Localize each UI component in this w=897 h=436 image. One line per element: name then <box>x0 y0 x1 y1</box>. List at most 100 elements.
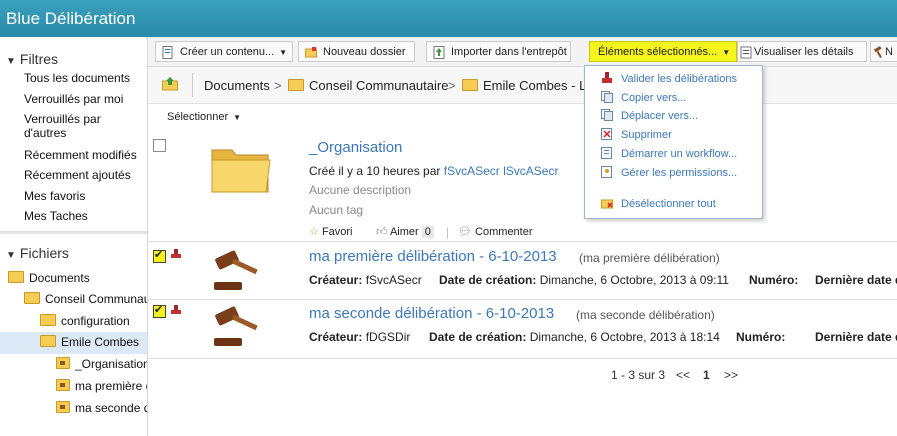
filter-recently-modified[interactable]: Récemment modifiés <box>24 148 144 162</box>
filter-locked-by-me[interactable]: Verrouillés par moi <box>24 92 144 106</box>
stamp-icon <box>171 305 181 314</box>
folder-icon <box>8 271 24 283</box>
breadcrumb-documents[interactable]: Documents <box>204 78 270 93</box>
selected-items-dropdown: Valider les délibérations Copier vers...… <box>584 65 763 219</box>
gavel-icon <box>873 46 882 58</box>
item-creation-date: Date de création: Dimanche, 6 Octobre, 2… <box>429 330 720 344</box>
filter-my-favorites[interactable]: Mes favoris <box>24 189 144 203</box>
breadcrumb-conseil[interactable]: Conseil Communautaire <box>288 78 448 93</box>
star-icon: ☆ <box>309 226 319 238</box>
app-titlebar: Blue Délibération <box>0 0 897 37</box>
item-tags: Aucun tag <box>309 203 364 217</box>
tree-item-documents[interactable]: Documents <box>8 271 90 285</box>
sidebar: ▼ Filtres Tous les documents Verrouillés … <box>0 37 148 436</box>
item-number: Numéro: <box>736 330 786 344</box>
item-creator: Créateur: fSvcASecr <box>309 273 422 287</box>
item-creation-date: Date de création: Dimanche, 6 Octobre, 2… <box>439 273 729 287</box>
select-dropdown[interactable]: Sélectionner ▼ <box>167 111 241 123</box>
stamp-icon <box>602 72 612 83</box>
tree-item-emile-combes[interactable]: Emile Combes <box>40 335 147 349</box>
folder-icon <box>288 79 304 91</box>
app-title: Blue Délibération <box>6 9 136 28</box>
menu-item-workflow[interactable]: Démarrer un workflow... <box>601 147 737 160</box>
menu-item-permissions[interactable]: Gérer les permissions... <box>601 166 737 179</box>
pager-next[interactable]: >> <box>724 368 738 382</box>
locked-folder-icon <box>56 401 70 413</box>
comment-icon: 💬︎ <box>458 226 472 238</box>
menu-item-delete[interactable]: Supprimer <box>601 128 672 141</box>
item-created-info: Créé il y a 10 heures par fSvcASecr lSvc… <box>309 164 559 178</box>
parent-folder-icon[interactable] <box>162 77 178 91</box>
list-item-deliberation: ma seconde délibération - 6-10-2013 (ma … <box>148 300 897 359</box>
create-content-button[interactable]: Créer un contenu... ▼ <box>155 41 293 62</box>
breadcrumb-separator: > <box>274 78 282 93</box>
tree-item-conseil[interactable]: Conseil Communautaire <box>24 292 147 306</box>
menu-item-validate[interactable]: Valider les délibérations <box>601 72 737 85</box>
tree-item-seconde[interactable]: ma seconde délibération <box>56 401 147 415</box>
menu-item-deselect-all[interactable]: Désélectionner tout <box>601 197 716 210</box>
collapse-triangle-icon[interactable]: ▼ <box>6 250 16 261</box>
sidebar-divider <box>0 231 147 234</box>
breadcrumb-divider <box>192 73 193 97</box>
creator-link[interactable]: fSvcASecr lSvcASecr <box>444 164 559 178</box>
pager-current-page[interactable]: 1 <box>703 368 710 382</box>
menu-item-copy[interactable]: Copier vers... <box>601 91 686 104</box>
new-document-icon <box>162 46 173 59</box>
upload-icon <box>433 46 445 59</box>
select-bar: Sélectionner ▼ <box>148 104 897 134</box>
like-count: 0 <box>421 226 434 238</box>
view-details-button[interactable]: Visualiser les détails <box>737 41 867 62</box>
comment-action[interactable]: 💬︎ Commenter <box>458 225 533 238</box>
row-checkbox[interactable] <box>153 139 166 152</box>
selected-items-menu-button[interactable]: Éléments sélectionnés... ▼ <box>589 41 737 62</box>
item-name-link[interactable]: ma seconde délibération - 6-10-2013 <box>309 305 554 322</box>
folder-icon <box>462 79 478 91</box>
files-header[interactable]: ▼ Fichiers <box>6 245 69 261</box>
thumb-up-icon: 👍︎ <box>376 226 388 238</box>
menu-item-move[interactable]: Déplacer vers... <box>601 109 698 122</box>
collapse-triangle-icon[interactable]: ▼ <box>6 56 16 67</box>
filter-my-tasks[interactable]: Mes Taches <box>24 209 144 223</box>
list-item-deliberation: ma première délibération - 6-10-2013 (ma… <box>148 242 897 300</box>
filters-header[interactable]: ▼ Filtres <box>6 51 58 67</box>
item-last-date: Dernière date d <box>815 330 897 344</box>
chevron-down-icon: ▼ <box>722 48 731 57</box>
item-title: (ma seconde délibération) <box>576 308 715 322</box>
gavel-icon <box>214 250 258 290</box>
permissions-icon <box>601 166 612 178</box>
import-button[interactable]: Importer dans l'entrepôt <box>426 41 571 62</box>
item-creator: Créateur: fDGSDir <box>309 330 411 344</box>
action-separator: | <box>446 225 450 239</box>
favorite-action[interactable]: ☆ Favori <box>309 225 353 238</box>
large-folder-icon <box>211 149 271 193</box>
breadcrumb-separator: > <box>448 78 456 93</box>
new-folder-button[interactable]: Nouveau dossier <box>298 41 415 62</box>
folder-open-icon <box>40 335 56 347</box>
stamp-icon <box>171 249 181 258</box>
folder-icon <box>24 292 40 304</box>
pager-prev[interactable]: << <box>676 368 690 382</box>
item-description: Aucune description <box>309 183 412 197</box>
locked-folder-icon <box>56 379 70 391</box>
like-action[interactable]: 👍︎ Aimer 0 <box>376 225 434 238</box>
deselect-icon <box>601 199 613 209</box>
tree-item-premiere[interactable]: ma première délibération <box>56 379 147 393</box>
more-toolbar-button[interactable]: N <box>870 41 897 62</box>
filter-all-documents[interactable]: Tous les documents <box>24 71 144 85</box>
filter-locked-by-others[interactable]: Verrouillés par d'autres <box>24 112 144 140</box>
filter-recently-added[interactable]: Récemment ajoutés <box>24 168 144 182</box>
item-name-link[interactable]: ma première délibération - 6-10-2013 <box>309 248 557 265</box>
gavel-icon <box>214 306 258 346</box>
copy-icon <box>601 91 613 103</box>
tree-item-organisation[interactable]: _Organisation <box>56 357 147 371</box>
row-checkbox[interactable] <box>153 303 166 318</box>
breadcrumb: Documents > Conseil Communautaire > Emil… <box>148 67 897 104</box>
list-item-folder: _Organisation Créé il y a 10 heures par … <box>148 134 897 242</box>
item-name-link[interactable]: _Organisation <box>309 139 402 156</box>
pager-range: 1 - 3 sur 3 <box>611 368 666 382</box>
tree-item-configuration[interactable]: configuration <box>40 314 130 328</box>
details-icon <box>740 46 752 59</box>
row-checkbox[interactable] <box>153 248 166 263</box>
item-title: (ma première délibération) <box>579 251 720 265</box>
move-icon <box>601 109 613 121</box>
